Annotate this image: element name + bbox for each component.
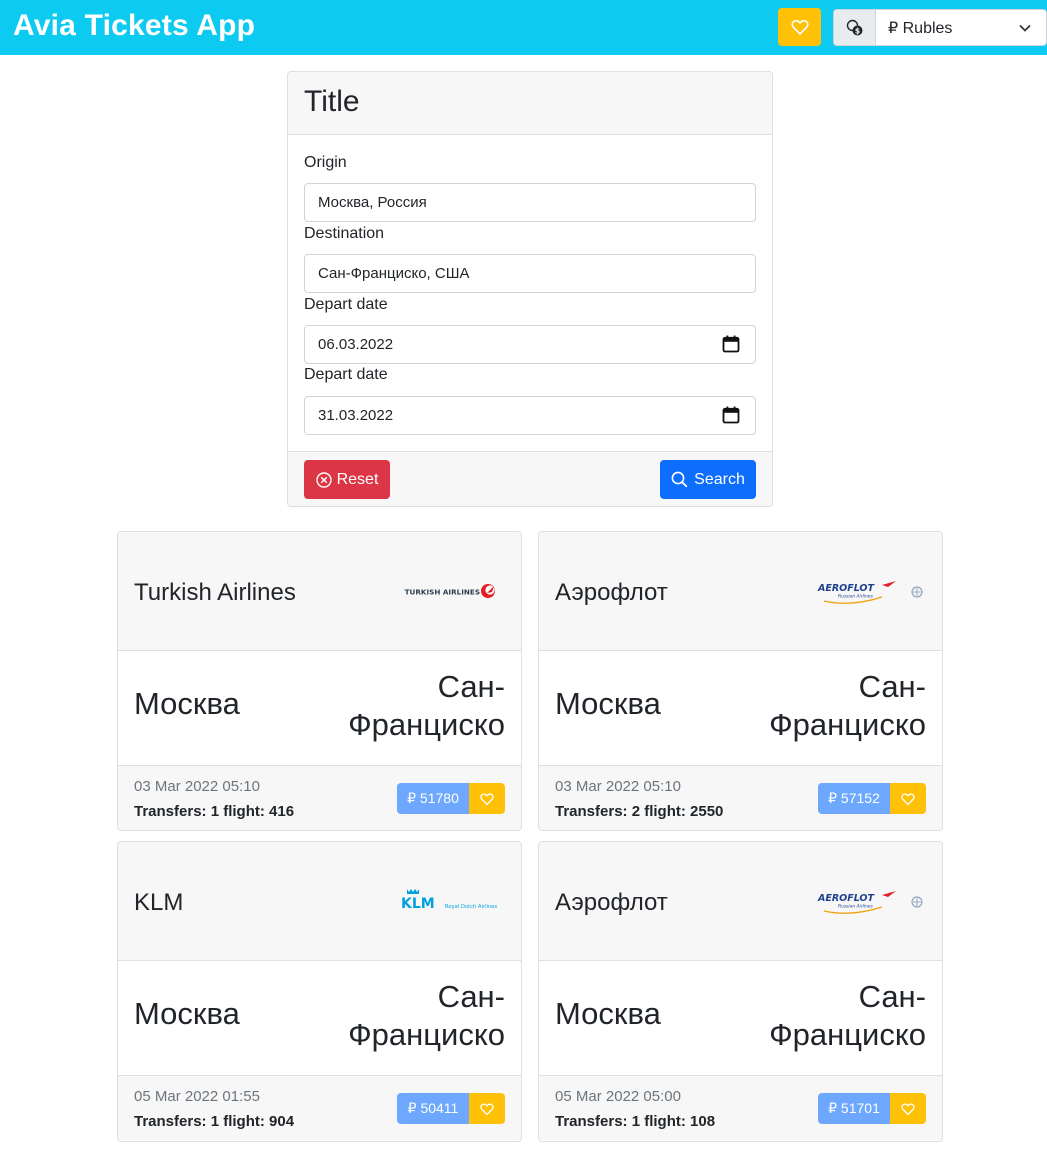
origin-city: Москва (555, 996, 661, 1031)
airline-logo: AEROFLOT Russian Airlines (817, 581, 923, 604)
x-circle-icon (315, 471, 332, 488)
ticket-footer: 03 Mar 2022 05:10 Transfers: 2 flight: 2… (539, 766, 942, 830)
svg-text:Russian Airlines: Russian Airlines (838, 594, 873, 600)
search-icon (671, 471, 688, 488)
origin-city: Москва (555, 686, 661, 721)
ticket-route: Москва Сан-Франциско (118, 961, 521, 1076)
favorites-button[interactable] (778, 8, 821, 46)
heart-icon (901, 792, 915, 805)
svg-text:AEROFLOT: AEROFLOT (817, 583, 876, 594)
search-form-card: Title Origin Москва, Россия Destination … (287, 71, 773, 507)
heart-icon (480, 1102, 494, 1115)
origin-city: Москва (134, 686, 240, 721)
airline-name: Аэрофлот (555, 889, 668, 916)
ticket-card: KLM KLM Royal Dutch Airlines Москва Сан-… (117, 841, 522, 1142)
destination-city: Сан-Франциско (769, 669, 926, 742)
ticket-header: KLM KLM Royal Dutch Airlines (118, 842, 521, 961)
transfers-info: Transfers: 2 flight: 2550 (555, 803, 724, 820)
origin-city: Москва (134, 996, 240, 1031)
currency-value: ₽ Rubles (888, 19, 953, 37)
heart-icon (901, 1102, 915, 1115)
navbar: Avia Tickets App $ ₽ Rubles (0, 0, 1047, 55)
add-favorite-button[interactable] (890, 783, 926, 814)
svg-text:$: $ (854, 26, 859, 35)
heart-icon (790, 19, 809, 36)
airline-name: Аэрофлот (555, 579, 668, 606)
search-form-title: Title (304, 85, 360, 118)
svg-text:AEROFLOT: AEROFLOT (817, 893, 876, 904)
destination-value: Сан-Франциско, США (318, 265, 470, 282)
app-brand[interactable]: Avia Tickets App (13, 9, 255, 43)
airline-name: KLM (134, 889, 184, 916)
ticket-route: Москва Сан-Франциско (118, 651, 521, 766)
ticket-footer: 05 Mar 2022 05:00 Transfers: 1 flight: 1… (539, 1076, 942, 1140)
ticket-route: Москва Сан-Франциско (539, 651, 942, 766)
add-favorite-button[interactable] (469, 1093, 505, 1124)
origin-label: Origin (304, 154, 347, 171)
ticket-header: Turkish Airlines TURKISH AIRLINES (118, 532, 521, 651)
heart-icon (480, 792, 494, 805)
airline-logo: AEROFLOT Russian Airlines (817, 891, 923, 914)
ticket-card: Аэрофлот AEROFLOT Russian Airlines Москв… (538, 531, 943, 831)
calendar-icon[interactable] (722, 335, 740, 353)
price-button[interactable]: ₽ 51701 (818, 1093, 890, 1124)
destination-city: Сан-Франциско (769, 979, 926, 1052)
ticket-header: Аэрофлот AEROFLOT Russian Airlines (539, 532, 942, 651)
svg-text:Royal Dutch Airlines: Royal Dutch Airlines (445, 904, 497, 910)
ticket-route: Москва Сан-Франциско (539, 961, 942, 1076)
destination-city: Сан-Франциско (348, 669, 505, 742)
price-button[interactable]: ₽ 51780 (397, 783, 469, 814)
origin-value: Москва, Россия (318, 194, 427, 211)
reset-button[interactable]: Reset (304, 460, 390, 499)
transfers-info: Transfers: 1 flight: 108 (555, 1113, 716, 1130)
ticket-footer: 03 Mar 2022 05:10 Transfers: 1 flight: 4… (118, 766, 521, 830)
chevron-down-icon (1019, 24, 1031, 32)
transfers-info: Transfers: 1 flight: 416 (134, 803, 295, 820)
departure-datetime: 03 Mar 2022 05:10 (134, 778, 260, 795)
ticket-card: Аэрофлот AEROFLOT Russian Airlines Москв… (538, 841, 943, 1142)
calendar-icon[interactable] (722, 406, 740, 424)
coins-icon: $ (834, 10, 876, 45)
currency-select[interactable]: ₽ Rubles (876, 10, 1046, 45)
airline-logo: KLM Royal Dutch Airlines (401, 889, 497, 912)
price-button[interactable]: ₽ 57152 (818, 783, 890, 814)
search-form-footer: Reset Search (288, 451, 772, 506)
airline-name: Turkish Airlines (134, 579, 296, 606)
return-date-value: 31.03.2022 (318, 407, 394, 424)
ticket-card: Turkish Airlines TURKISH AIRLINES Москва… (117, 531, 522, 831)
departure-datetime: 03 Mar 2022 05:10 (555, 778, 681, 795)
ticket-header: Аэрофлот AEROFLOT Russian Airlines (539, 842, 942, 961)
return-date-input[interactable]: 31.03.2022 (304, 396, 756, 435)
search-form-header: Title (288, 72, 772, 135)
svg-text:TURKISH AIRLINES: TURKISH AIRLINES (405, 588, 480, 597)
destination-label: Destination (304, 225, 385, 242)
search-button[interactable]: Search (660, 460, 756, 499)
ticket-footer: 05 Mar 2022 01:55 Transfers: 1 flight: 9… (118, 1076, 521, 1140)
transfers-info: Transfers: 1 flight: 904 (134, 1113, 295, 1130)
airline-logo: TURKISH AIRLINES (405, 584, 495, 598)
departure-datetime: 05 Mar 2022 01:55 (134, 1088, 260, 1105)
destination-city: Сан-Франциско (348, 979, 505, 1052)
depart-date-label: Depart date (304, 296, 388, 313)
departure-datetime: 05 Mar 2022 05:00 (555, 1088, 681, 1105)
currency-selector[interactable]: $ ₽ Rubles (833, 9, 1047, 46)
depart-date-input[interactable]: 06.03.2022 (304, 325, 756, 364)
add-favorite-button[interactable] (890, 1093, 926, 1124)
destination-input[interactable]: Сан-Франциско, США (304, 254, 756, 293)
svg-text:Russian Airlines: Russian Airlines (838, 904, 873, 910)
add-favorite-button[interactable] (469, 783, 505, 814)
reset-button-label: Reset (336, 470, 379, 488)
origin-input[interactable]: Москва, Россия (304, 183, 756, 222)
search-button-label: Search (694, 470, 745, 488)
search-form-body: Origin Москва, Россия Destination Сан-Фр… (288, 135, 772, 451)
svg-text:KLM: KLM (401, 896, 435, 912)
return-date-label: Depart date (304, 366, 388, 383)
price-button[interactable]: ₽ 50411 (397, 1093, 469, 1124)
depart-date-value: 06.03.2022 (318, 336, 394, 353)
